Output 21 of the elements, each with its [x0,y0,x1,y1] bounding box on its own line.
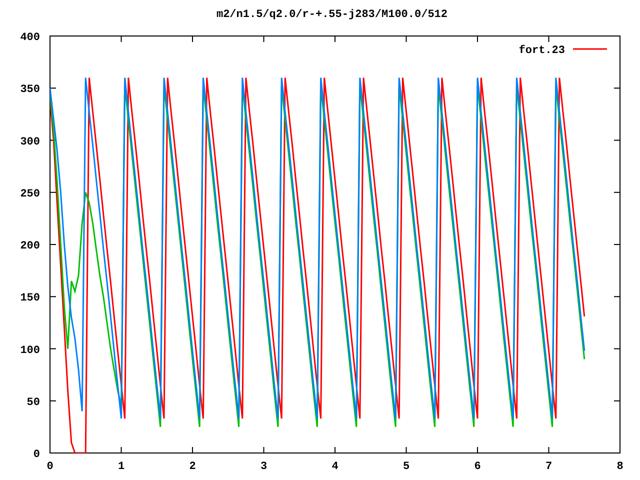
y-tick-label: 150 [20,292,40,305]
y-tick-label: 200 [20,240,40,252]
y-tick-label: 250 [20,188,40,200]
x-tick-label: 2 [189,461,196,473]
x-tick-label: 6 [474,461,481,473]
y-tick-label: 0 [33,449,40,461]
legend-label: fort.23 [518,45,565,57]
y-tick-label: 300 [20,136,40,148]
y-tick-label: 400 [20,32,40,44]
chart-title: m2/n1.5/q2.0/r-+.55-j283/M100.0/512 [216,8,448,22]
x-tick-label: 5 [402,461,410,473]
x-tick-label: 8 [616,461,624,473]
legend-line [573,48,607,50]
x-tick-label: 7 [545,461,552,473]
y-tick-label: 350 [20,84,40,96]
x-tick-label: 1 [118,461,125,473]
x-tick-label: 3 [260,461,268,473]
y-tick-label: 100 [20,344,40,357]
x-tick-label: 4 [332,461,338,473]
x-tick-label: 0 [46,461,54,473]
y-tick-label: 50 [26,396,40,409]
